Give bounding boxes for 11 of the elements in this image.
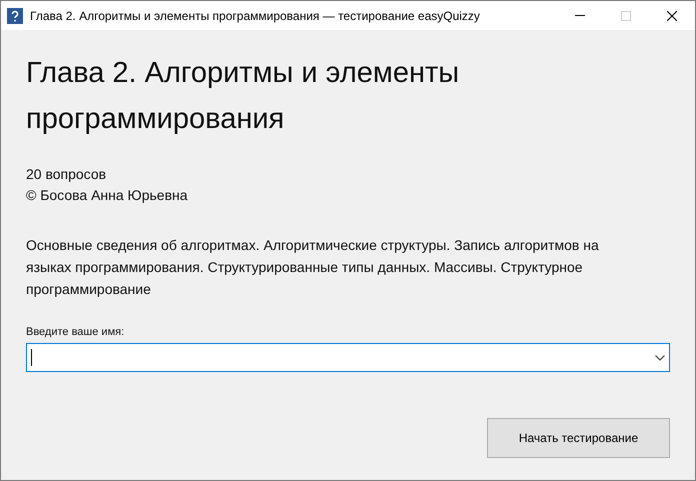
name-combo-field[interactable]: [26, 343, 670, 372]
window-title: Глава 2. Алгоритмы и элементы программирования — тестирование easyQuizzy: [30, 8, 481, 22]
name-label: Введите ваше имя:: [26, 326, 126, 338]
test-heading: Глава 2. Алгоритмы и элементы программирования: [26, 56, 460, 137]
description-text: Основные сведения об алгоритмах. Алгоритмические структуры. Запись алгоритмов на языках программирования. Структурированные типы данных. Массивы. Структурное программирование: [26, 236, 600, 299]
author-text: © Босова Анна Юрьевна: [26, 186, 189, 205]
help-icon: [7, 8, 23, 24]
close-icon[interactable]: [667, 10, 677, 20]
start-button[interactable]: Начать тестирование: [487, 418, 670, 458]
chevron-down-icon: [655, 354, 665, 360]
question-count: 20 вопросов: [26, 165, 108, 184]
